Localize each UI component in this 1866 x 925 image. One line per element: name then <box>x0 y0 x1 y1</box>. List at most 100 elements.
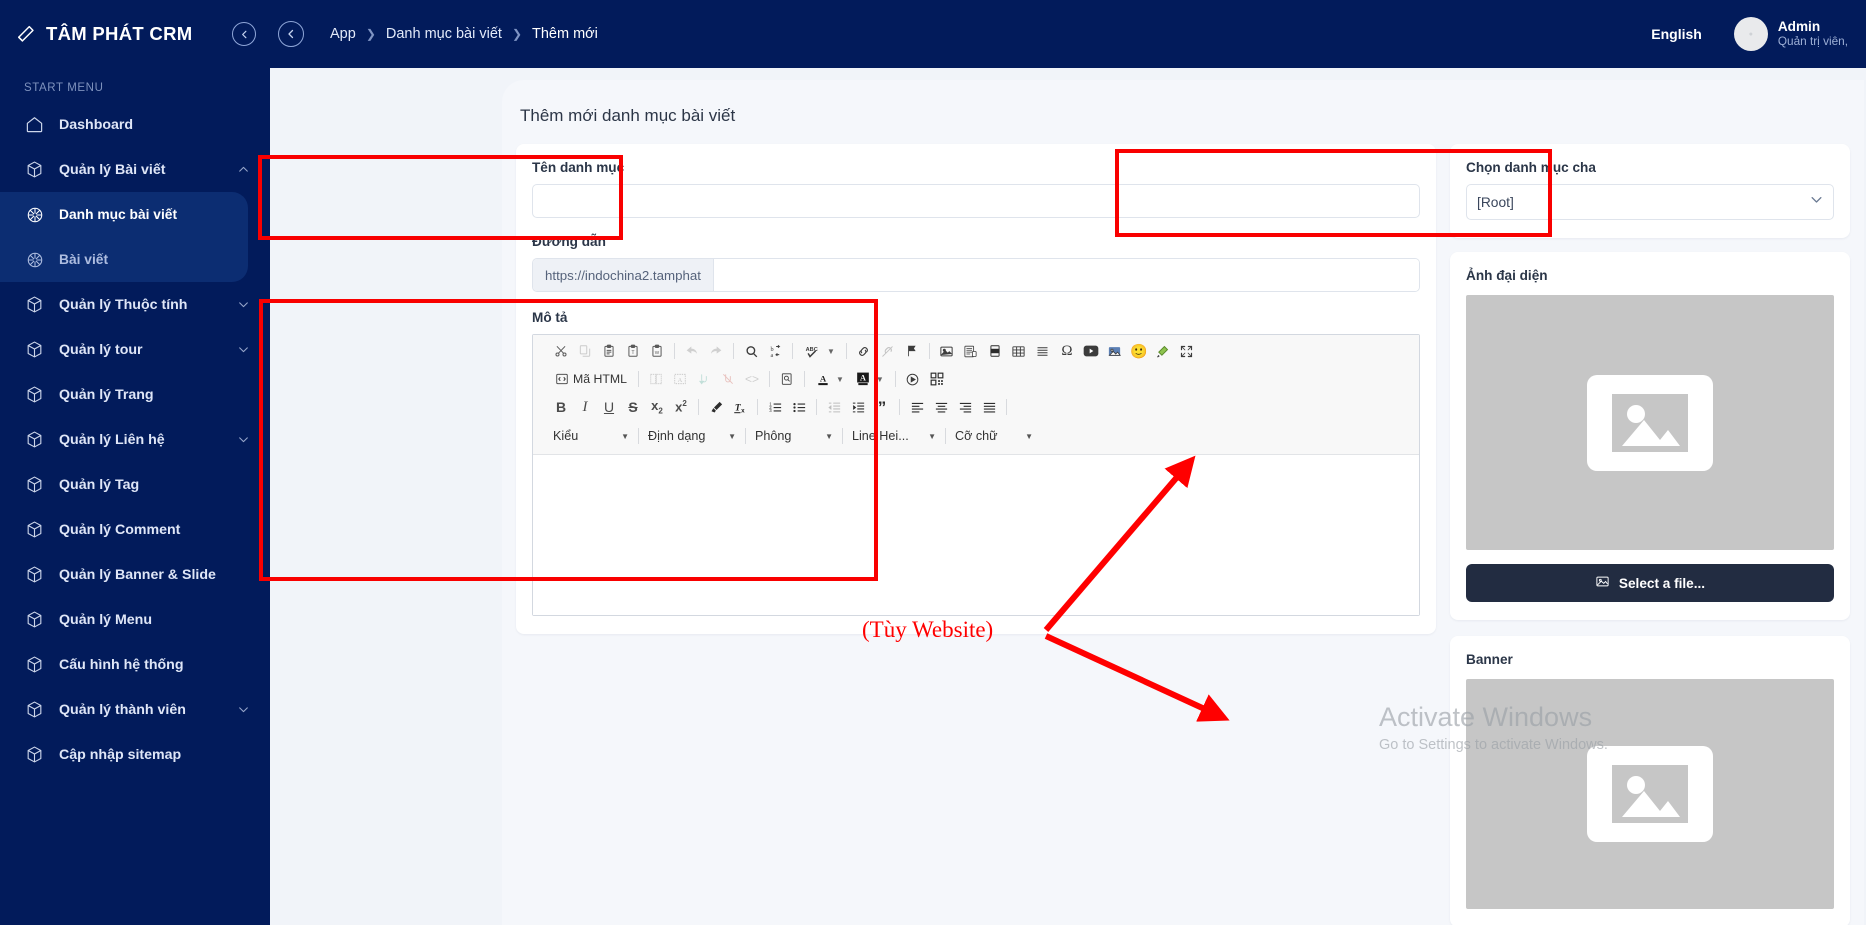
breadcrumb-item-danh-muc-bai-viet[interactable]: Danh mục bài viết <box>386 26 502 42</box>
redo-icon[interactable] <box>704 340 728 362</box>
sidebar-item-quan-ly-menu[interactable]: Quản lý Menu <box>0 597 270 642</box>
language-switcher[interactable]: English <box>1651 26 1702 42</box>
parent-category-panel: Chọn danh mục cha [Root] <box>1450 144 1850 238</box>
font-size-combo[interactable]: Cỡ chữ ▼ <box>951 425 1037 447</box>
superscript-icon[interactable]: x2 <box>669 396 693 418</box>
toolbar-separator <box>757 399 758 415</box>
category-name-input[interactable] <box>532 184 1420 218</box>
sidebar-item-quan-ly-lien-he[interactable]: Quản lý Liên hệ <box>0 417 270 462</box>
featured-image-preview[interactable] <box>1466 295 1834 550</box>
sidebar-item-quan-ly-thanh-vien[interactable]: Quản lý thành viên <box>0 687 270 732</box>
editor-content-area[interactable] <box>533 455 1419 615</box>
image-responsive-icon[interactable] <box>1103 340 1127 362</box>
media-embed-icon[interactable] <box>901 368 925 390</box>
slug-input[interactable] <box>714 259 1419 291</box>
copy-formatting-icon[interactable] <box>692 368 716 390</box>
show-blocks-icon[interactable] <box>644 368 668 390</box>
increase-indent-icon[interactable] <box>846 396 870 418</box>
strikethrough-icon[interactable]: S <box>621 396 645 418</box>
find-icon[interactable] <box>739 340 763 362</box>
source-code-button[interactable]: Mã HTML <box>549 368 633 390</box>
undo-icon[interactable] <box>680 340 704 362</box>
qr-code-icon[interactable] <box>925 368 949 390</box>
chevron-down-icon: ▼ <box>728 432 736 441</box>
paint-icon[interactable] <box>1151 340 1175 362</box>
select-all-icon[interactable]: A <box>668 368 692 390</box>
subscript-icon[interactable]: x2 <box>645 396 669 418</box>
copy-icon[interactable] <box>573 340 597 362</box>
preview-icon[interactable] <box>775 368 799 390</box>
link-icon[interactable] <box>852 340 876 362</box>
font-combo[interactable]: Phông ▼ <box>751 425 837 447</box>
align-justify-icon[interactable] <box>977 396 1001 418</box>
select-file-button[interactable]: Select a file... <box>1466 564 1834 602</box>
code-snippet-icon[interactable]: <> <box>740 368 764 390</box>
sidebar-item-label: Quản lý Banner & Slide <box>59 567 216 583</box>
numbered-list-icon[interactable]: 123 <box>763 396 787 418</box>
decrease-indent-icon[interactable] <box>822 396 846 418</box>
format-combo[interactable]: Định dạng ▼ <box>644 425 740 447</box>
template-icon[interactable] <box>959 340 983 362</box>
sidebar-item-quan-ly-tag[interactable]: Quản lý Tag <box>0 462 270 507</box>
font-combo-label: Phông <box>755 429 791 443</box>
align-left-icon[interactable] <box>905 396 929 418</box>
remove-format-icon[interactable]: Tx <box>728 396 752 418</box>
sidebar-item-quan-ly-banner-slide[interactable]: Quản lý Banner & Slide <box>0 552 270 597</box>
image-placeholder-icon <box>1587 746 1713 842</box>
page-break-icon[interactable] <box>983 340 1007 362</box>
sidebar-section-label: START MENU <box>0 68 270 102</box>
italic-icon[interactable]: I <box>573 396 597 418</box>
smiley-icon[interactable]: 🙂 <box>1127 340 1151 362</box>
app-root: TÂM PHÁT CRM START MENU Dashboard Quản l… <box>0 0 1866 925</box>
table-icon[interactable] <box>1007 340 1031 362</box>
styles-combo[interactable]: Kiểu ▼ <box>549 425 633 447</box>
paste-icon[interactable] <box>597 340 621 362</box>
replace-icon[interactable]: ba <box>763 340 787 362</box>
paste-from-word-icon[interactable]: W <box>645 340 669 362</box>
rich-text-editor: T W ba ABC <box>532 334 1420 616</box>
sidebar-item-cau-hinh-he-thong[interactable]: Cấu hình hệ thống <box>0 642 270 687</box>
align-center-icon[interactable] <box>929 396 953 418</box>
parent-category-select-wrap: [Root] <box>1466 184 1834 220</box>
bold-icon[interactable]: B <box>549 396 573 418</box>
sidebar-item-bai-viet[interactable]: Bài viết <box>0 237 248 282</box>
sidebar-collapse-button[interactable] <box>232 22 256 46</box>
youtube-icon[interactable] <box>1079 340 1103 362</box>
user-info[interactable]: Admin Quản trị viên, <box>1778 19 1848 50</box>
sidebar-item-quan-ly-tour[interactable]: Quản lý tour <box>0 327 270 372</box>
maximize-icon[interactable] <box>1175 340 1199 362</box>
sidebar-item-quan-ly-trang[interactable]: Quản lý Trang <box>0 372 270 417</box>
line-height-combo[interactable]: Line Hei... ▼ <box>848 425 940 447</box>
sidebar-item-quan-ly-comment[interactable]: Quản lý Comment <box>0 507 270 552</box>
special-char-icon[interactable]: Ω <box>1055 340 1079 362</box>
sidebar-item-danh-muc-bai-viet[interactable]: Danh mục bài viết <box>0 192 248 237</box>
paste-as-plain-text-icon[interactable]: T <box>621 340 645 362</box>
cube-icon <box>24 429 45 450</box>
image-icon[interactable] <box>935 340 959 362</box>
background-color-icon[interactable]: A ▼ <box>850 368 890 390</box>
sidebar-item-cap-nhap-sitemap[interactable]: Cập nhập sitemap <box>0 732 270 777</box>
breadcrumb-item-app[interactable]: App <box>330 26 356 42</box>
remove-formatting-icon[interactable] <box>716 368 740 390</box>
sidebar-item-quan-ly-thuoc-tinh[interactable]: Quản lý Thuộc tính <box>0 282 270 327</box>
sidebar-item-label: Quản lý Trang <box>59 387 154 403</box>
sidebar-item-dashboard[interactable]: Dashboard <box>0 102 270 147</box>
bulleted-list-icon[interactable] <box>787 396 811 418</box>
cut-icon[interactable] <box>549 340 573 362</box>
horizontal-rule-icon[interactable] <box>1031 340 1055 362</box>
image-icon <box>1595 574 1610 592</box>
text-color-icon[interactable]: A ▼ <box>810 368 850 390</box>
align-right-icon[interactable] <box>953 396 977 418</box>
unlink-icon[interactable] <box>876 340 900 362</box>
sidebar-item-quan-ly-bai-viet[interactable]: Quản lý Bài viết <box>0 147 270 192</box>
spellcheck-icon[interactable]: ABC ▼ <box>798 340 841 362</box>
underline-icon[interactable]: U <box>597 396 621 418</box>
back-button[interactable] <box>278 21 304 47</box>
blockquote-icon[interactable]: ” <box>870 396 894 418</box>
parent-category-select[interactable]: [Root] <box>1466 184 1834 220</box>
anchor-flag-icon[interactable] <box>900 340 924 362</box>
select-file-label: Select a file... <box>1619 576 1705 591</box>
copy-formatting-brush-icon[interactable] <box>704 396 728 418</box>
avatar[interactable]: ● <box>1734 17 1768 51</box>
banner-image-preview[interactable] <box>1466 679 1834 909</box>
